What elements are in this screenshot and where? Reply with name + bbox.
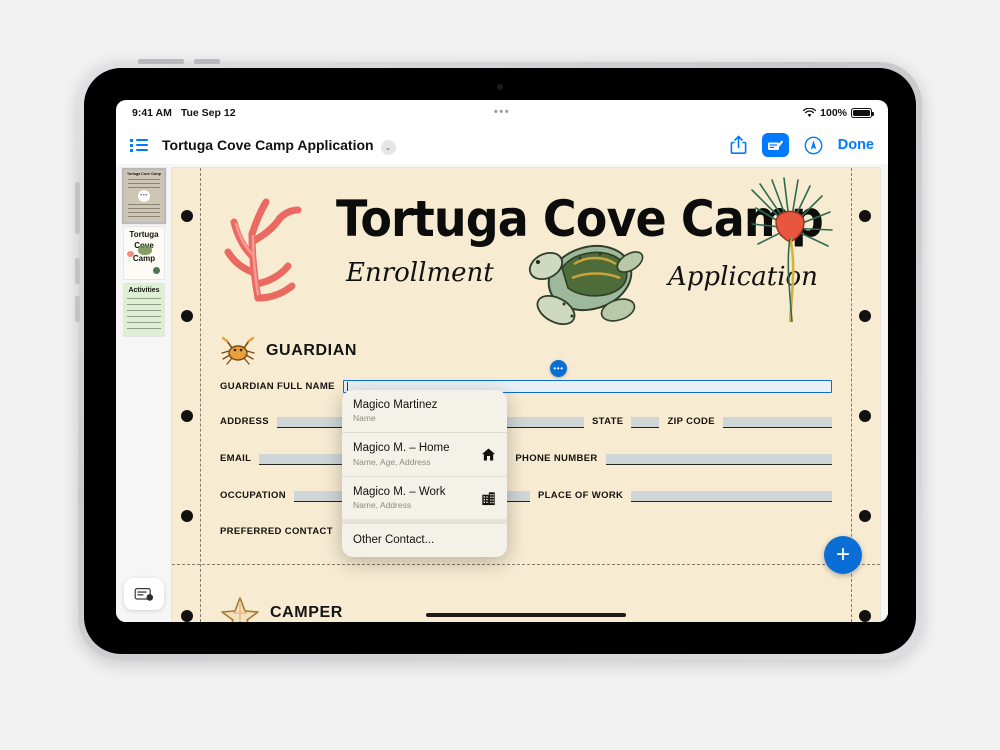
page-title: Tortuga Cove Camp Application (162, 137, 374, 153)
field-label-address: ADDRESS (220, 416, 269, 427)
power-button[interactable] (194, 59, 220, 64)
page-thumbnail-2[interactable]: Tortuga Cove Camp (124, 227, 164, 279)
field-label-occupation: OCCUPATION (220, 490, 286, 501)
suggestion-item-1[interactable]: Magico M. – Home Name, Age, Address (342, 432, 507, 475)
field-input-state[interactable] (631, 417, 660, 428)
navigation-bar: Tortuga Cove Camp Application ⌄ Done (116, 126, 888, 164)
add-field-button[interactable]: + (824, 536, 862, 574)
feed-hole (859, 610, 871, 622)
section-divider (172, 564, 880, 565)
share-icon (730, 135, 747, 154)
field-row-occupation: OCCUPATION PLACE OF WORK (220, 490, 832, 502)
section-header-guardian: GUARDIAN (220, 336, 357, 366)
markup-icon (767, 140, 783, 150)
status-bar: 9:41 AM Tue Sep 12 ••• 100% (116, 100, 888, 126)
field-row-email: EMAIL PHONE NUMBER (220, 453, 832, 465)
done-button[interactable]: Done (838, 137, 874, 153)
suggestion-subtitle: Name (353, 413, 376, 424)
field-label-preferred-contact: PREFERRED CONTACT (220, 526, 333, 537)
feed-hole (859, 210, 871, 222)
page-canvas: Tortuga Cove Camp Enrollment Application (172, 164, 888, 622)
home-icon (481, 448, 496, 461)
form-page[interactable]: Tortuga Cove Camp Enrollment Application (172, 168, 880, 622)
contact-suggestions-menu: Magico Martinez Name Magico M. – Home Na… (342, 390, 507, 557)
side-button-3[interactable] (75, 296, 80, 322)
sea-turtle-illustration (528, 245, 644, 326)
field-input-place-of-work[interactable] (631, 491, 832, 502)
ipad-device: 9:41 AM Tue Sep 12 ••• 100% Tortuga Cove… (75, 59, 922, 660)
field-row-preferred-contact: PREFERRED CONTACT (220, 526, 832, 538)
field-row-guardian-full-name: GUARDIAN FULL NAME (220, 380, 832, 393)
starfish-illustration (221, 597, 259, 622)
thumb1-badge: ••• (138, 190, 150, 202)
field-label-zip-code: ZIP CODE (667, 416, 715, 427)
field-label-place-of-work: PLACE OF WORK (537, 490, 624, 501)
suggestion-item-other[interactable]: Other Contact... (342, 519, 507, 556)
suggestion-title: Other Contact... (353, 534, 435, 547)
status-time: 9:41 AM (132, 107, 172, 119)
section-label-camper: CAMPER (270, 604, 343, 621)
coral-illustration (224, 198, 302, 302)
sea-anemone-illustration (751, 177, 833, 323)
volume-buttons[interactable] (138, 59, 184, 64)
status-date: Tue Sep 12 (180, 107, 236, 119)
section-header-camper: CAMPER (220, 596, 343, 622)
suggestion-subtitle: Name, Age, Address (353, 456, 431, 467)
annotate-button[interactable] (804, 136, 823, 155)
form-subtitle-left: Enrollment (346, 258, 494, 288)
field-row-address: ADDRESS CITY STATE ZIP CODE (220, 416, 832, 428)
side-button-2[interactable] (75, 258, 80, 284)
suggestion-title: Magico Martinez (353, 399, 438, 411)
perforation-left (200, 168, 201, 622)
page-thumbnail-1[interactable]: Tortuga Cove Camp ••• (124, 170, 164, 222)
markup-button[interactable] (761, 133, 789, 157)
page-header: Tortuga Cove Camp Enrollment Application (218, 176, 834, 326)
suggestion-item-0[interactable]: Magico Martinez Name (342, 390, 507, 432)
suggestion-title: Magico M. – Work (353, 485, 446, 498)
feed-hole (181, 610, 193, 622)
feed-hole (181, 310, 193, 322)
home-indicator[interactable] (426, 613, 626, 617)
feed-hole (859, 410, 871, 422)
building-icon (482, 491, 495, 505)
suggestion-item-2[interactable]: Magico M. – Work Name, Address (342, 475, 507, 519)
front-camera (497, 84, 503, 90)
feed-hole (859, 310, 871, 322)
section-label-guardian: GUARDIAN (266, 342, 358, 359)
thumb2-line1: Tortuga (129, 230, 159, 239)
battery-percent: 100% (820, 107, 847, 119)
thumb1-title: Tortuga Cove Camp (127, 172, 161, 176)
battery-icon (851, 108, 875, 118)
feed-hole (859, 510, 871, 522)
feed-hole (181, 410, 193, 422)
feed-hole (181, 210, 193, 222)
status-dots: ••• (493, 106, 511, 118)
document-list-icon[interactable] (130, 138, 148, 152)
share-button[interactable] (730, 135, 747, 155)
workspace: Tortuga Cove Camp ••• Tortuga Cove Camp (116, 164, 888, 622)
field-label-phone-number: PHONE NUMBER (515, 453, 598, 464)
thumb3-title: Activities (128, 287, 160, 294)
field-input-phone-number[interactable] (605, 454, 832, 465)
field-input-city[interactable] (495, 417, 584, 428)
text-caret (346, 382, 349, 391)
feed-hole (181, 510, 193, 522)
side-button-1[interactable] (75, 182, 80, 234)
field-label-guardian-full-name: GUARDIAN FULL NAME (220, 381, 335, 392)
field-options-badge[interactable]: ••• (550, 360, 567, 377)
page-thumbnail-sidebar: Tortuga Cove Camp ••• Tortuga Cove Camp (116, 164, 172, 622)
suggestion-subtitle: Name, Address (353, 500, 412, 511)
wifi-icon (803, 108, 817, 117)
field-label-state: STATE (591, 416, 624, 427)
annotate-icon (804, 136, 823, 154)
markup-tool-icon (134, 587, 154, 601)
field-label-email: EMAIL (220, 453, 252, 464)
crab-illustration (221, 336, 255, 365)
page-thumbnail-3[interactable]: Activities (124, 284, 164, 336)
ipad-screen: 9:41 AM Tue Sep 12 ••• 100% Tortuga Cove… (116, 100, 888, 622)
markup-tool-button[interactable] (124, 578, 164, 610)
chevron-down-icon[interactable]: ⌄ (380, 139, 396, 155)
suggestion-title: Magico M. – Home (353, 442, 450, 455)
field-input-zip-code[interactable] (722, 417, 832, 428)
